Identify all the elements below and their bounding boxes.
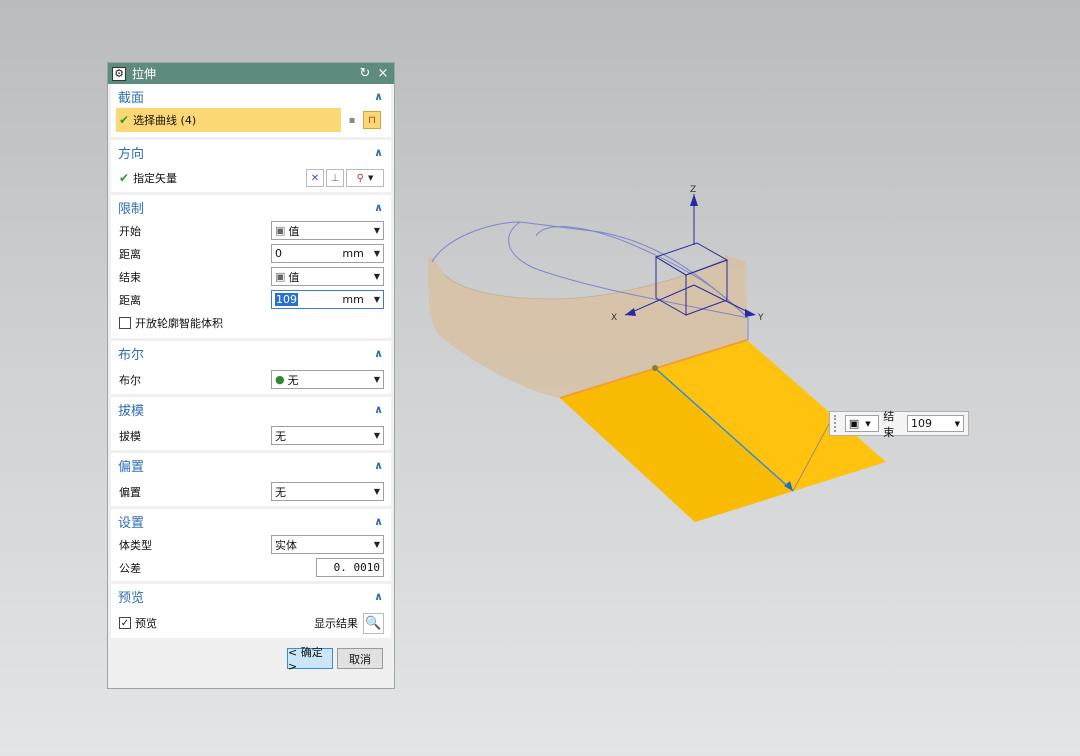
- section-header[interactable]: 截面 ∧: [111, 84, 391, 108]
- check-icon: ✔: [119, 171, 130, 185]
- chevron-down-icon: ▼: [373, 540, 380, 549]
- value-cube-icon: ▣: [848, 417, 860, 430]
- collapse-caret-icon[interactable]: ∧: [374, 201, 383, 214]
- end-type-select[interactable]: ▣ 值 ▼: [271, 267, 384, 286]
- x-axis-label: X: [611, 313, 617, 323]
- sketch-section-icon[interactable]: ▪: [343, 111, 361, 129]
- cancel-button[interactable]: 取消: [337, 648, 383, 669]
- reverse-direction-icon[interactable]: ✕: [306, 169, 324, 187]
- settings-gear-icon[interactable]: ⚙: [112, 66, 126, 81]
- chevron-down-icon: ▼: [373, 375, 380, 384]
- chevron-down-icon: ▼: [954, 419, 961, 428]
- start-distance-input[interactable]: 0 mm ▼: [271, 244, 384, 263]
- dialog-title: 拉伸: [132, 67, 157, 81]
- offset-select[interactable]: 无 ▼: [271, 482, 384, 501]
- chevron-down-icon: ▼: [373, 272, 380, 281]
- preview-checkbox[interactable]: ✓: [119, 617, 131, 629]
- section-group: 截面 ∧ ✔ 选择曲线 (4) ▪ ⊓: [111, 84, 391, 140]
- start-type-select[interactable]: ▣ 值 ▼: [271, 221, 384, 240]
- start-point-handle[interactable]: [652, 365, 658, 371]
- collapse-caret-icon[interactable]: ∧: [374, 347, 383, 360]
- extrude-dialog: ⚙ 拉伸 ↻ × 截面 ∧ ✔ 选择曲线 (4) ▪ ⊓ 方向 ∧ ✔ 指定矢量…: [107, 62, 395, 689]
- select-curve-row[interactable]: ✔ 选择曲线 (4): [116, 108, 341, 132]
- ok-button[interactable]: < 确定 >: [287, 646, 333, 673]
- preview-header[interactable]: 预览 ∧: [111, 584, 391, 608]
- tolerance-input[interactable]: 0. 0010: [316, 558, 384, 577]
- collapse-caret-icon[interactable]: ∧: [374, 515, 383, 528]
- open-profile-checkbox[interactable]: [119, 316, 131, 329]
- end-distance-input[interactable]: 109 mm ▼: [271, 290, 384, 309]
- collapse-caret-icon[interactable]: ∧: [374, 90, 383, 103]
- collapse-caret-icon[interactable]: ∧: [374, 403, 383, 416]
- check-icon: ✔: [119, 113, 130, 127]
- vector-dialog-icon[interactable]: ⊥: [326, 169, 344, 187]
- boolean-select[interactable]: ● 无 ▼: [271, 370, 384, 389]
- curve-select-icon[interactable]: ⊓: [363, 111, 381, 129]
- draft-select[interactable]: 无 ▼: [271, 426, 384, 445]
- preview-group: 预览 ∧ ✓ 预览 显示结果 🔍: [111, 584, 391, 641]
- collapse-caret-icon[interactable]: ∧: [374, 590, 383, 603]
- chevron-down-icon: ▼: [373, 295, 380, 304]
- value-cube-icon: ▣: [275, 224, 286, 237]
- draft-group: 拔模 ∧ 拔模 无 ▼: [111, 397, 391, 453]
- end-type-dropdown[interactable]: ▣ ▼: [844, 415, 880, 432]
- chevron-down-icon: ▼: [373, 226, 380, 235]
- reset-icon[interactable]: ↻: [358, 66, 372, 81]
- chevron-down-icon: ▼: [373, 487, 380, 496]
- boolean-none-icon: ●: [275, 373, 285, 386]
- direction-group: 方向 ∧ ✔ 指定矢量 ✕ ⊥ ⚲ ▼: [111, 140, 391, 195]
- collapse-caret-icon[interactable]: ∧: [374, 459, 383, 472]
- z-axis-label: Z: [690, 185, 696, 195]
- settings-group: 设置 ∧ 体类型 实体 ▼ 公差 0. 0010: [111, 509, 391, 584]
- boolean-header[interactable]: 布尔 ∧: [111, 341, 391, 365]
- body-type-select[interactable]: 实体 ▼: [271, 535, 384, 554]
- magnifier-icon[interactable]: 🔍: [363, 612, 384, 634]
- y-axis-label: Y: [757, 313, 764, 323]
- chevron-down-icon: ▼: [865, 419, 871, 428]
- chevron-down-icon: ▼: [373, 249, 380, 258]
- draft-header[interactable]: 拔模 ∧: [111, 397, 391, 421]
- end-label: 结束: [883, 409, 895, 439]
- chevron-down-icon: ▼: [373, 431, 380, 440]
- offset-header[interactable]: 偏置 ∧: [111, 453, 391, 477]
- boolean-group: 布尔 ∧ 布尔 ● 无 ▼: [111, 341, 391, 397]
- specify-vector-label: 指定矢量: [133, 172, 178, 185]
- end-distance-input[interactable]: 109 ▼: [906, 415, 965, 432]
- value-cube-icon: ▣: [275, 270, 286, 283]
- dialog-titlebar[interactable]: ⚙ 拉伸 ↻ ×: [108, 63, 394, 84]
- limits-group: 限制 ∧ 开始 ▣ 值 ▼ 距离 0 mm ▼ 结束 ▣ 值 ▼ 距离 109 …: [111, 195, 391, 341]
- close-icon[interactable]: ×: [376, 66, 390, 81]
- limits-header[interactable]: 限制 ∧: [111, 195, 391, 219]
- collapse-caret-icon[interactable]: ∧: [374, 146, 383, 159]
- vector-type-dropdown[interactable]: ⚲ ▼: [346, 169, 384, 187]
- on-screen-input-toolbar: ▣ ▼ 结束 109 ▼: [829, 410, 969, 439]
- toolbar-grip[interactable]: [834, 415, 839, 432]
- direction-header[interactable]: 方向 ∧: [111, 140, 391, 164]
- settings-header[interactable]: 设置 ∧: [111, 509, 391, 533]
- offset-group: 偏置 ∧ 偏置 无 ▼: [111, 453, 391, 509]
